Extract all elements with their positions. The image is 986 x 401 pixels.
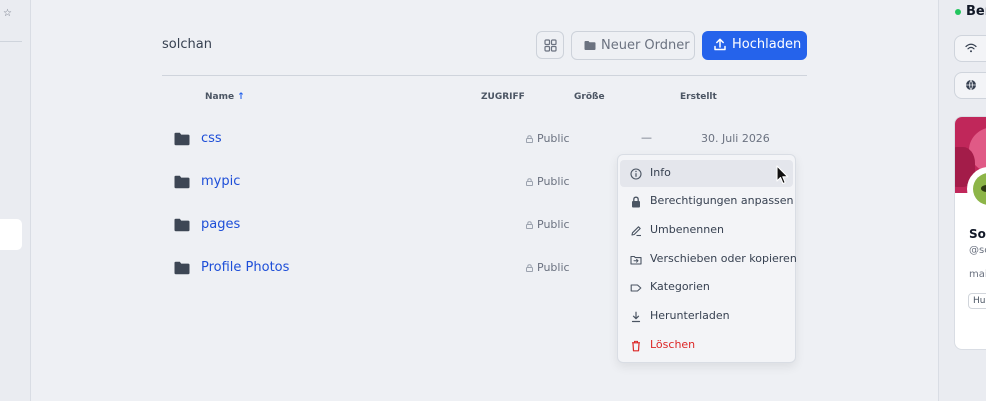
- file-size: —: [641, 131, 652, 144]
- upload-button[interactable]: Hochladen: [702, 31, 807, 60]
- tag-icon: [630, 284, 642, 292]
- created-date: 30. Juli 2026: [701, 132, 770, 145]
- table-row[interactable]: css Public — 30. Juli 2026: [162, 119, 807, 159]
- move-folder-icon: [630, 255, 642, 265]
- menu-item-info[interactable]: Info: [620, 160, 793, 187]
- menu-item-permissions[interactable]: Berechtigungen anpassen: [620, 188, 794, 215]
- menu-item-label: Umbenennen: [650, 223, 724, 236]
- pencil-icon: [631, 226, 641, 237]
- lock-icon: [526, 221, 533, 229]
- menu-item-categories[interactable]: Kategorien: [620, 274, 793, 301]
- access-badge: Public: [526, 175, 570, 188]
- info-icon: [630, 168, 642, 180]
- column-header-name[interactable]: Name ↑: [205, 92, 245, 102]
- lock-icon: [526, 178, 533, 186]
- website-button[interactable]: [954, 72, 986, 99]
- right-sidebar: Ber Sol @sc mai Hu: [938, 0, 986, 401]
- menu-item-label: Herunterladen: [650, 309, 730, 322]
- access-label: Public: [537, 132, 570, 145]
- status-label: Ber: [966, 4, 986, 19]
- lock-icon: [526, 135, 533, 143]
- profile-card[interactable]: Sol @sc mai Hu: [954, 116, 986, 350]
- menu-item-label: Verschieben oder kopieren: [650, 252, 797, 265]
- lock-icon: [632, 196, 640, 208]
- context-menu: Info Berechtigungen anpassen Umbenennen …: [617, 154, 797, 363]
- trash-icon: [632, 340, 640, 352]
- folder-icon: [174, 261, 190, 275]
- network-button[interactable]: [954, 35, 986, 62]
- folder-icon: [174, 132, 190, 146]
- folder-name-link[interactable]: css: [201, 131, 222, 146]
- column-header-access[interactable]: ZUGRIFF: [481, 92, 525, 102]
- online-status-dot: [955, 9, 961, 15]
- new-folder-label: Neuer Ordner: [601, 38, 690, 53]
- upload-icon: [714, 38, 726, 51]
- menu-item-label: Kategorien: [650, 280, 710, 293]
- upload-label: Hochladen: [732, 37, 802, 52]
- menu-item-label: Info: [650, 166, 671, 179]
- header-divider: [162, 75, 807, 76]
- breadcrumb[interactable]: solchan: [162, 37, 212, 52]
- folder-name-link[interactable]: Profile Photos: [201, 260, 289, 275]
- mouse-cursor-icon: [776, 165, 789, 185]
- menu-item-download[interactable]: Herunterladen: [620, 303, 793, 330]
- menu-item-label: Berechtigungen anpassen: [650, 194, 794, 207]
- grid-icon: [544, 39, 557, 52]
- left-sidebar: ☆: [0, 0, 31, 401]
- access-badge: Public: [526, 261, 570, 274]
- download-icon: [631, 311, 641, 323]
- menu-item-delete[interactable]: Löschen: [620, 332, 793, 359]
- sidebar-divider: [0, 41, 22, 42]
- access-badge: Public: [526, 218, 570, 231]
- access-badge: Public: [526, 132, 570, 145]
- menu-item-rename[interactable]: Umbenennen: [620, 217, 793, 244]
- access-label: Public: [537, 218, 570, 231]
- globe-icon: [966, 79, 976, 91]
- sidebar-active-item[interactable]: [0, 219, 22, 250]
- folder-name-link[interactable]: mypic: [201, 174, 240, 189]
- folder-icon: [174, 218, 190, 232]
- new-folder-button[interactable]: Neuer Ordner: [571, 31, 695, 60]
- folder-icon: [174, 175, 190, 189]
- access-label: Public: [537, 175, 570, 188]
- menu-item-move-copy[interactable]: Verschieben oder kopieren: [620, 246, 797, 273]
- folder-icon: [584, 41, 596, 50]
- menu-item-label: Löschen: [650, 338, 696, 351]
- column-header-size[interactable]: Größe: [574, 92, 605, 102]
- access-label: Public: [537, 261, 570, 274]
- profile-handle: @sc: [969, 245, 986, 256]
- wifi-icon: [965, 43, 977, 53]
- column-header-created[interactable]: Erstellt: [680, 92, 717, 102]
- column-header-name-label: Name: [205, 92, 235, 102]
- star-icon[interactable]: ☆: [3, 8, 12, 19]
- sort-ascending-icon: ↑: [237, 92, 245, 102]
- profile-name: Sol: [969, 227, 986, 241]
- lock-icon: [526, 264, 533, 272]
- grid-view-button[interactable]: [536, 31, 564, 59]
- folder-name-link[interactable]: pages: [201, 217, 240, 232]
- profile-tag[interactable]: Hu: [968, 293, 986, 309]
- profile-bio: mai: [969, 269, 986, 280]
